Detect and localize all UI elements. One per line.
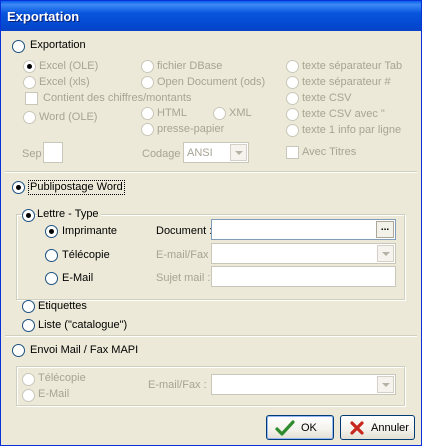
radio-envoi-telecopie[interactable] <box>22 373 35 386</box>
telecopie-label: Télécopie <box>62 249 110 261</box>
envoi-mapi-label: Envoi Mail / Fax MAPI <box>30 344 139 356</box>
radio-etiquettes[interactable] <box>22 300 35 313</box>
envoi-emailfax-select[interactable] <box>211 374 396 395</box>
codage-value: ANSI <box>187 147 213 159</box>
info-ligne-label: texte 1 info par ligne <box>302 124 402 136</box>
checkbox-chiffres[interactable] <box>25 92 38 105</box>
divider-publipostage <box>5 335 417 337</box>
radio-exportation[interactable] <box>12 40 25 53</box>
hash-label: texte séparateur # <box>302 76 391 88</box>
export-dialog: Exportation Exportation Excel (OLE) Exce… <box>0 0 422 446</box>
radio-dbase[interactable] <box>141 60 154 73</box>
envoi-email-label: E-Mail <box>38 388 70 400</box>
chevron-down-icon[interactable] <box>230 144 247 161</box>
radio-csv-quote[interactable] <box>286 108 299 121</box>
excel-xls-label: Excel (xls) <box>39 76 90 88</box>
radio-excel-xls[interactable] <box>23 76 36 89</box>
radio-publipostage-label: Publipostage Word <box>28 180 125 195</box>
dbase-label: fichier DBase <box>157 60 223 72</box>
csv-label: texte CSV <box>302 92 352 104</box>
radio-hash[interactable] <box>286 76 299 89</box>
radio-xml[interactable] <box>213 107 226 120</box>
radio-tab[interactable] <box>286 60 299 73</box>
imprimante-label: Imprimante <box>62 225 118 237</box>
avec-titres-label: Avec Titres <box>302 146 357 158</box>
xml-label: XML <box>229 107 252 119</box>
radio-publipostage[interactable] <box>12 181 25 194</box>
csv-quote-label: texte CSV avec " <box>302 108 385 120</box>
radio-csv[interactable] <box>286 92 299 105</box>
emailfax-select[interactable] <box>211 243 396 264</box>
checkbox-avec-titres[interactable] <box>286 146 299 159</box>
radio-lettre-type[interactable] <box>22 209 35 222</box>
cancel-button[interactable]: Annuler <box>340 415 415 440</box>
radio-word-ole[interactable] <box>23 111 36 124</box>
excel-ole-label: Excel (OLE) <box>39 60 99 72</box>
divider-export <box>5 171 417 173</box>
sep-input[interactable] <box>43 142 63 163</box>
codage-select[interactable]: ANSI <box>183 142 249 163</box>
radio-envoi-mapi[interactable] <box>12 344 25 357</box>
radio-presse-papier[interactable] <box>141 123 154 136</box>
ods-label: Open Document (ods) <box>157 76 266 88</box>
liste-label: Liste ("catalogue") <box>38 319 128 331</box>
radio-info-ligne[interactable] <box>286 124 299 137</box>
ok-label: OK <box>301 421 317 434</box>
sujet-label: Sujet mail : <box>156 272 211 284</box>
html-label: HTML <box>157 107 187 119</box>
radio-excel-ole[interactable] <box>23 60 36 73</box>
chiffres-label: Contient des chiffres/montants <box>43 92 192 104</box>
radio-ods[interactable] <box>141 76 154 89</box>
radio-exportation-label: Exportation <box>30 39 86 51</box>
tab-label: texte séparateur Tab <box>302 60 403 72</box>
window-title: Exportation <box>7 9 80 24</box>
x-icon <box>350 420 364 435</box>
radio-envoi-email[interactable] <box>22 389 35 402</box>
radio-imprimante[interactable] <box>45 225 58 238</box>
radio-html[interactable] <box>141 107 154 120</box>
emailfax-label: E-mail/Fax : <box>156 249 215 261</box>
radio-liste[interactable] <box>22 319 35 332</box>
codage-label: Codage <box>142 148 181 160</box>
radio-telecopie[interactable] <box>45 249 58 262</box>
check-icon <box>275 419 295 436</box>
cancel-label: Annuler <box>371 421 409 434</box>
ellipsis-icon[interactable]: ... <box>376 221 394 238</box>
sep-label: Sep <box>22 148 42 160</box>
envoi-telecopie-label: Télécopie <box>38 372 86 384</box>
presse-papier-label: presse-papier <box>157 123 225 135</box>
title-bar[interactable]: Exportation <box>1 1 421 31</box>
chevron-down-icon[interactable] <box>377 245 394 262</box>
word-ole-label: Word (OLE) <box>39 111 98 123</box>
email-label: E-Mail <box>62 272 94 284</box>
document-label: Document : <box>156 225 213 237</box>
ok-button[interactable]: OK <box>266 415 334 440</box>
radio-email[interactable] <box>45 272 58 285</box>
lettre-type-label: Lettre - Type <box>37 208 101 221</box>
chevron-down-icon[interactable] <box>377 376 394 393</box>
etiquettes-label: Etiquettes <box>38 300 87 312</box>
sujet-input[interactable] <box>211 266 396 287</box>
envoi-emailfax-label: E-mail/Fax : <box>148 379 207 391</box>
document-input[interactable]: ... <box>211 219 396 240</box>
